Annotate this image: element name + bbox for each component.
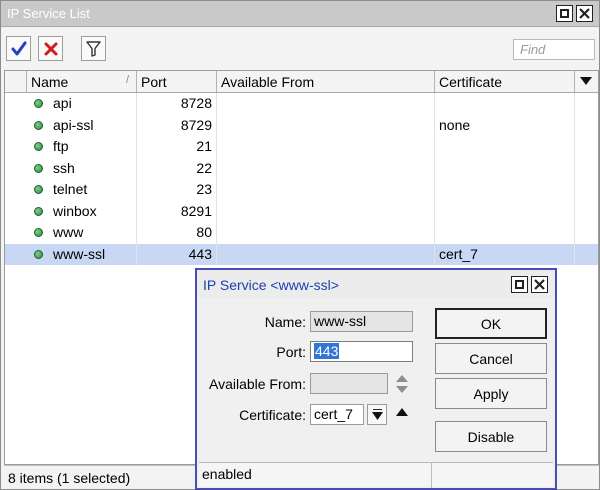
table-row[interactable]: ssh 22 [5, 157, 598, 179]
checkmark-icon [11, 41, 26, 55]
column-header-name[interactable]: Name / [27, 71, 137, 92]
cell-name: winbox [49, 200, 137, 222]
enable-button[interactable] [6, 36, 31, 61]
enabled-status-icon [34, 206, 43, 216]
cell-available-from [217, 222, 435, 244]
table-row-selected[interactable]: www-ssl 443 cert_7 [5, 243, 598, 265]
cell-port: 443 [137, 243, 217, 265]
port-input[interactable]: 443 [310, 341, 413, 362]
cell-available-from [217, 136, 435, 158]
up-down-arrows-icon[interactable] [395, 374, 409, 394]
disable-button[interactable] [38, 36, 63, 61]
table-row[interactable]: ftp 21 [5, 136, 598, 158]
table-row[interactable]: winbox 8291 [5, 200, 598, 222]
table-row[interactable]: www 80 [5, 222, 598, 244]
cell-port: 23 [137, 179, 217, 201]
name-label: Name: [264, 314, 306, 330]
dialog-status-bar: enabled [199, 462, 553, 488]
cell-certificate [435, 157, 575, 179]
apply-button[interactable]: Apply [435, 378, 547, 409]
certificate-select[interactable]: cert_7 [310, 404, 364, 425]
certificate-dropdown-button[interactable] [367, 404, 387, 425]
cell-available-from [217, 93, 435, 115]
cell-port: 80 [137, 222, 217, 244]
window-title-bar[interactable]: IP Service List [1, 1, 599, 27]
maximize-icon[interactable] [556, 5, 573, 22]
available-from-label: Available From: [208, 376, 306, 392]
dialog-maximize-icon[interactable] [511, 276, 528, 293]
toolbar [1, 28, 599, 68]
find-input[interactable]: Find [513, 39, 595, 60]
table-row[interactable]: telnet 23 [5, 179, 598, 201]
cell-port: 22 [137, 157, 217, 179]
ip-service-dialog: IP Service <www-ssl> Name: www-ssl Port:… [195, 268, 557, 490]
dialog-status-text: enabled [202, 466, 252, 482]
enabled-status-icon [34, 185, 43, 194]
table-row[interactable]: api-ssl 8729 none [5, 114, 598, 136]
name-field: www-ssl [310, 311, 413, 332]
cell-name: www-ssl [49, 243, 137, 265]
cell-available-from [217, 200, 435, 222]
disable-button[interactable]: Disable [435, 421, 547, 452]
cell-certificate [435, 179, 575, 201]
cell-available-from [217, 114, 435, 136]
cell-certificate: none [435, 114, 575, 136]
cell-name: api [49, 93, 137, 115]
cell-name: telnet [49, 179, 137, 201]
cell-name: ftp [49, 136, 137, 158]
column-header-available-from[interactable]: Available From [217, 71, 435, 92]
dialog-title: IP Service <www-ssl> [203, 277, 339, 293]
dialog-close-icon[interactable] [531, 276, 548, 293]
funnel-icon [86, 40, 101, 57]
table-row[interactable]: api 8728 [5, 93, 598, 115]
available-from-input[interactable] [310, 373, 388, 394]
header-spacer [5, 71, 27, 92]
cell-available-from [217, 243, 435, 265]
enabled-status-icon [34, 163, 43, 173]
cell-name: ssh [49, 157, 137, 179]
x-icon [44, 42, 57, 55]
cell-port: 21 [137, 136, 217, 158]
enabled-status-icon [34, 120, 43, 130]
cell-certificate [435, 136, 575, 158]
cell-name: api-ssl [49, 114, 137, 136]
cell-certificate [435, 200, 575, 222]
column-menu-button[interactable] [575, 71, 598, 92]
cell-certificate [435, 93, 575, 115]
cell-port: 8291 [137, 200, 217, 222]
filter-button[interactable] [81, 36, 106, 61]
port-label: Port: [276, 344, 306, 360]
status-divider [431, 463, 432, 488]
cell-port: 8729 [137, 114, 217, 136]
cell-available-from [217, 179, 435, 201]
dropdown-arrow-icon [372, 409, 383, 420]
enabled-status-icon [34, 228, 43, 237]
cancel-button[interactable]: Cancel [435, 343, 547, 374]
close-icon[interactable] [576, 5, 593, 22]
enabled-status-icon [34, 249, 43, 259]
up-arrow-icon[interactable] [395, 407, 409, 417]
dialog-title-bar[interactable]: IP Service <www-ssl> [197, 270, 555, 298]
cell-available-from [217, 157, 435, 179]
cell-port: 8728 [137, 93, 217, 115]
certificate-label: Certificate: [239, 407, 306, 423]
cell-name: www [49, 222, 137, 244]
cell-certificate [435, 222, 575, 244]
column-header-certificate[interactable]: Certificate [435, 71, 575, 92]
window-title: IP Service List [7, 6, 90, 21]
enabled-status-icon [34, 142, 43, 151]
cell-certificate: cert_7 [435, 243, 575, 265]
dropdown-arrow-icon [580, 77, 592, 85]
sort-indicator-icon: / [125, 74, 129, 86]
enabled-status-icon [34, 99, 43, 108]
table-header: Name / Port Available From Certificate [5, 71, 598, 93]
ok-button[interactable]: OK [435, 308, 547, 339]
column-header-port[interactable]: Port [137, 71, 217, 92]
